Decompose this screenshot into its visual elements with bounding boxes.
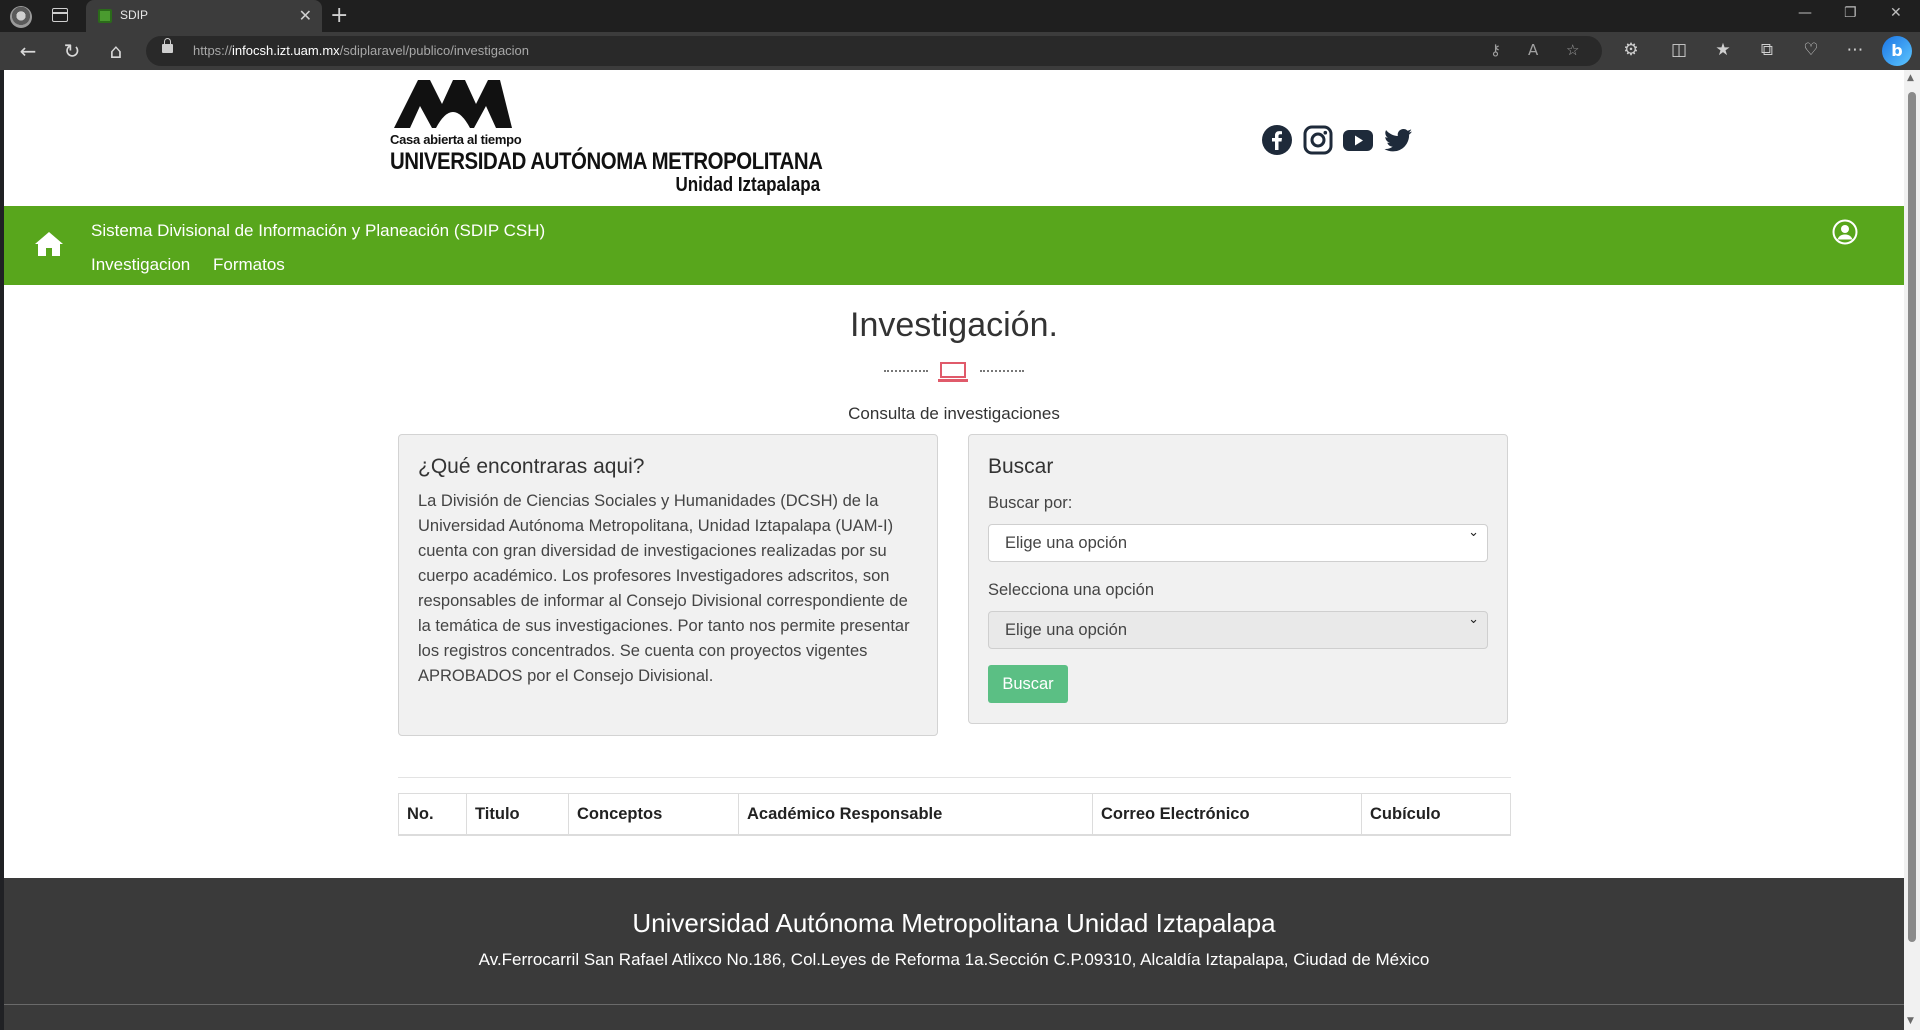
key-icon[interactable]: ⚷: [1490, 41, 1501, 59]
search-by-select[interactable]: Elige una opción ⌄: [988, 524, 1488, 562]
instagram-icon[interactable]: [1302, 124, 1334, 156]
minimize-button[interactable]: —: [1798, 5, 1812, 21]
lock-icon[interactable]: [162, 38, 173, 53]
uam-emblem-icon: [394, 80, 512, 128]
scroll-down-icon[interactable]: ▼: [1907, 1016, 1914, 1026]
tab-title: SDIP: [120, 8, 149, 22]
restore-button[interactable]: ❐: [1844, 5, 1857, 21]
logo-tagline: Casa abierta al tiempo: [390, 132, 522, 147]
divider-dots-left: [884, 370, 928, 372]
system-title[interactable]: Sistema Divisional de Información y Plan…: [91, 221, 545, 241]
favorites-icon[interactable]: ★: [1712, 40, 1734, 60]
more-menu-icon[interactable]: ⋯: [1844, 40, 1866, 60]
main-navbar: Sistema Divisional de Información y Plan…: [4, 206, 1904, 285]
new-tab-button[interactable]: +: [330, 3, 348, 28]
logo-unit-name: Unidad Iztapalapa: [675, 174, 820, 196]
extensions-icon[interactable]: ⚙: [1620, 40, 1642, 60]
address-bar-row: ← ↻ ⌂ https://infocsh.izt.uam.mx/sdiplar…: [0, 32, 1920, 70]
divider-dots-right: [980, 370, 1024, 372]
favorite-star-icon[interactable]: ☆: [1566, 41, 1579, 59]
close-window-button[interactable]: ✕: [1890, 5, 1902, 21]
page-viewport: Casa abierta al tiempo UNIVERSIDAD AUTÓN…: [4, 70, 1904, 1030]
browser-tab[interactable]: SDIP ✕: [86, 0, 322, 32]
tab-actions-icon[interactable]: [52, 8, 68, 22]
column-header-correo[interactable]: Correo Electrónico: [1093, 794, 1362, 835]
scrollbar-thumb[interactable]: [1908, 92, 1916, 942]
laptop-icon: [938, 362, 968, 382]
profile-avatar[interactable]: [10, 6, 32, 28]
search-by-select-value: Elige una opción: [1005, 534, 1128, 552]
option-select[interactable]: Elige una opción ⌄: [988, 611, 1488, 649]
footer-address: Av.Ferrocarril San Rafael Atlixco No.186…: [478, 950, 1430, 969]
tab-close-icon[interactable]: ✕: [299, 6, 312, 25]
info-card: ¿Qué encontraras aqui? La División de Ci…: [398, 434, 938, 736]
twitter-icon[interactable]: [1382, 124, 1414, 156]
split-screen-icon[interactable]: ◫: [1668, 40, 1690, 60]
url-text[interactable]: https://infocsh.izt.uam.mx/sdiplaravel/p…: [193, 43, 529, 58]
column-header-conceptos[interactable]: Conceptos: [569, 794, 739, 835]
page-footer: Universidad Autónoma Metropolitana Unida…: [4, 878, 1904, 1030]
nav-link-formatos[interactable]: Formatos: [213, 255, 285, 275]
scroll-up-icon[interactable]: ▲: [1907, 73, 1914, 83]
column-header-titulo[interactable]: Titulo: [467, 794, 569, 835]
search-card-title: Buscar: [988, 455, 1054, 478]
browser-tab-strip: SDIP ✕ + — ❐ ✕: [0, 0, 1920, 32]
youtube-icon[interactable]: [1342, 124, 1374, 156]
page-scrollbar[interactable]: ▲ ▼: [1904, 70, 1920, 1030]
user-account-icon[interactable]: [1832, 219, 1858, 245]
page-title: Investigación.: [850, 306, 1058, 344]
url-bar[interactable]: https://infocsh.izt.uam.mx/sdiplaravel/p…: [146, 36, 1602, 66]
home-browser-icon[interactable]: ⌂: [104, 39, 128, 63]
chevron-down-icon: ⌄: [1468, 525, 1479, 540]
read-aloud-icon[interactable]: A: [1528, 41, 1538, 59]
facebook-icon[interactable]: [1261, 124, 1293, 156]
uam-logo[interactable]: Casa abierta al tiempo UNIVERSIDAD AUTÓN…: [390, 76, 823, 196]
search-button[interactable]: Buscar: [988, 665, 1068, 703]
info-card-title: ¿Qué encontraras aqui?: [418, 455, 645, 478]
search-by-label: Buscar por:: [988, 494, 1073, 512]
copilot-icon[interactable]: b: [1882, 36, 1912, 66]
results-table-header: No. Titulo Conceptos Académico Responsab…: [398, 793, 1511, 836]
logo-university-name: UNIVERSIDAD AUTÓNOMA METROPOLITANA: [390, 148, 823, 175]
column-header-academico[interactable]: Académico Responsable: [739, 794, 1093, 835]
browser-essentials-icon[interactable]: ♡: [1800, 40, 1822, 60]
refresh-icon[interactable]: ↻: [60, 39, 84, 63]
search-card: Buscar Buscar por: Elige una opción ⌄ Se…: [968, 434, 1508, 724]
column-header-cubiculo[interactable]: Cubículo: [1362, 794, 1510, 835]
site-favicon-icon: [98, 9, 112, 23]
footer-title: Universidad Autónoma Metropolitana Unida…: [632, 908, 1276, 938]
chevron-down-icon: ⌄: [1468, 612, 1479, 627]
nav-link-investigacion[interactable]: Investigacion: [91, 255, 190, 275]
option-select-value: Elige una opción: [1005, 621, 1128, 639]
option-select-label: Selecciona una opción: [988, 581, 1155, 599]
footer-divider: [4, 1004, 1904, 1005]
title-divider: [4, 360, 1904, 384]
back-icon[interactable]: ←: [16, 39, 40, 63]
home-icon[interactable]: [34, 230, 64, 258]
page-subtitle: Consulta de investigaciones: [848, 404, 1060, 423]
collections-icon[interactable]: ⧉: [1756, 40, 1778, 60]
table-separator: [398, 777, 1511, 778]
column-header-no[interactable]: No.: [399, 794, 467, 835]
info-card-text: La División de Ciencias Sociales y Human…: [418, 492, 910, 685]
